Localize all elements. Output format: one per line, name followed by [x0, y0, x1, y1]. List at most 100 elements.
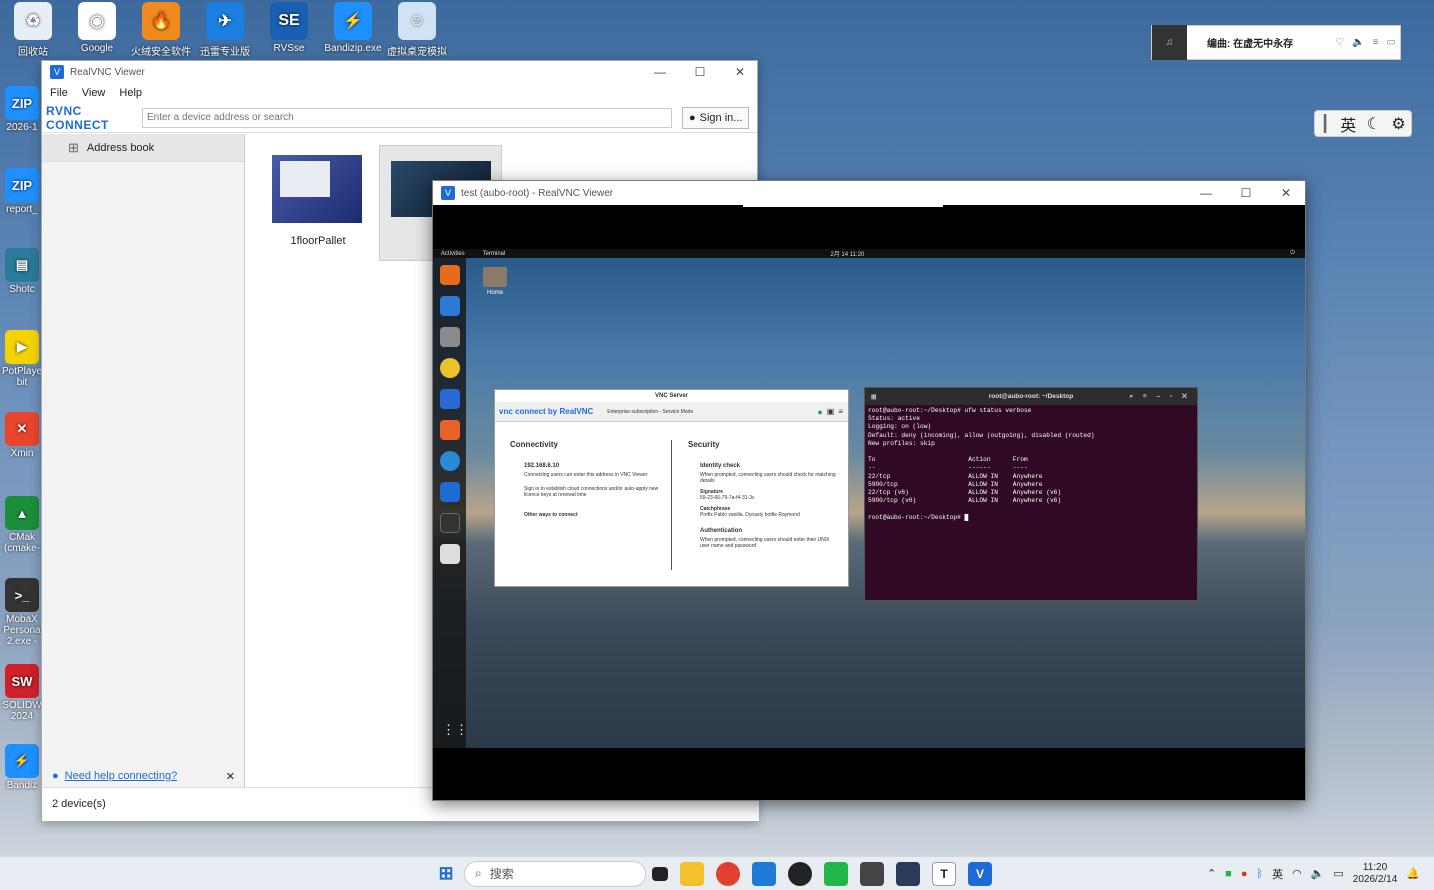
clock[interactable]: 11:20 2026/2/14	[1353, 862, 1398, 886]
app-icon[interactable]	[860, 861, 884, 886]
minimize-button[interactable]: —	[640, 61, 680, 83]
terminal-controls[interactable]: ⌕ ≡ ‒ ▫ ✕	[1129, 393, 1191, 401]
trash-icon[interactable]	[439, 544, 460, 564]
desktop-icon[interactable]: SW SOLIDW 2024	[0, 664, 44, 722]
rhythmbox-icon[interactable]	[439, 358, 460, 378]
sign-in-button[interactable]: ● Sign in...	[682, 106, 750, 129]
music-widget[interactable]: ♫ 编曲: 在虚无中永存 ♡ 🔈 ≡ ▭	[1151, 25, 1401, 60]
qq-icon[interactable]	[788, 861, 812, 886]
desktop-icon[interactable]: 🔥 火绒安全软件	[130, 2, 192, 58]
desktop-icon[interactable]: ☺ 虚拟桌宠模拟	[386, 2, 448, 58]
volume-icon[interactable]: 🔈	[1352, 37, 1364, 48]
wechat-icon[interactable]	[824, 861, 848, 886]
desktop-icon[interactable]: ▲ CMak (cmake-	[0, 496, 44, 554]
chevron-up-icon[interactable]: ⌃	[1207, 867, 1216, 880]
terminal-icon[interactable]	[439, 513, 460, 533]
device-search-input[interactable]	[142, 107, 672, 128]
activities-button[interactable]: Activities	[441, 251, 465, 257]
vnc-server-icon[interactable]	[439, 482, 460, 502]
menu-help[interactable]: Help	[119, 87, 142, 99]
remote-desktop[interactable]: Activities Terminal 2月 14 11:20 ⏻ ⋮⋮ Hom…	[433, 249, 1305, 748]
netease-music-icon[interactable]: ●	[1241, 868, 1248, 880]
feishu-icon[interactable]	[752, 861, 776, 886]
ime-handle-icon[interactable]: ┃	[1320, 114, 1330, 134]
notification-icon[interactable]: 🔔	[1406, 867, 1420, 880]
terminal-titlebar[interactable]: ⊞ root@aubo-root: ~/Desktop ⌕ ≡ ‒ ▫ ✕	[865, 388, 1197, 405]
other-ways-link[interactable]: Other ways to connect	[510, 512, 665, 518]
desktop-icon[interactable]: SE RVSse	[258, 2, 320, 54]
realvnc-icon[interactable]: V	[968, 861, 992, 886]
desktop-icon[interactable]: ▶ PotPlaye bit	[0, 330, 44, 388]
desktop-icon[interactable]: ZIP report_	[0, 168, 44, 215]
session-titlebar[interactable]: V test (aubo-root) - RealVNC Viewer	[433, 181, 1305, 205]
playlist-icon[interactable]: ≡	[1373, 37, 1379, 48]
desktop-icon[interactable]: ✕ Xmin	[0, 412, 44, 459]
speaker-icon[interactable]: 🔈	[1311, 867, 1325, 880]
vnc-logo-icon: V	[50, 65, 64, 79]
minimize-button[interactable]: —	[1186, 181, 1226, 205]
desktop-icon-label: PotPlaye bit	[1, 366, 43, 388]
menu-icon[interactable]: ≡	[838, 407, 843, 416]
taskbar-search[interactable]: ⌕ 搜索	[464, 860, 646, 887]
maximize-button[interactable]: ☐	[1226, 181, 1266, 205]
close-button[interactable]: ✕	[720, 61, 760, 83]
bluetooth-icon[interactable]: ᛒ	[1256, 868, 1263, 880]
device-tile[interactable]: 1floorPallet	[272, 155, 364, 247]
start-button[interactable]: ⊞	[434, 862, 458, 886]
close-help-icon[interactable]: ✕	[226, 770, 235, 783]
terminal-output[interactable]: root@aubo-root:~/Desktop# ufw status ver…	[865, 405, 1197, 524]
file-explorer-icon[interactable]	[680, 861, 704, 886]
desktop-icon[interactable]: ♻ 回收站	[2, 2, 64, 58]
collapse-icon[interactable]: ▭	[1387, 37, 1396, 48]
desktop-icon[interactable]: ▤ Shotc	[0, 248, 44, 295]
sign-in-label: Sign in...	[699, 111, 743, 124]
user-icon[interactable]: ▣	[827, 407, 835, 416]
cmake-icon: ▲	[5, 496, 39, 530]
desktop-icon[interactable]: ⚡ Bandiz	[0, 744, 44, 791]
maximize-button[interactable]: ☐	[680, 61, 720, 83]
address-book-item[interactable]: ⊞ Address book	[42, 134, 244, 162]
battery-icon[interactable]: ▭	[1333, 867, 1343, 880]
help-link[interactable]: Need help connecting?	[65, 770, 178, 782]
terminal-app-label[interactable]: Terminal	[483, 251, 506, 257]
close-button[interactable]: ✕	[1266, 181, 1306, 205]
moon-icon[interactable]: ☾	[1367, 114, 1381, 134]
chrome-icon[interactable]	[716, 861, 740, 886]
ime-toolbar[interactable]: ┃ 英 ☾ ⚙	[1314, 110, 1412, 137]
new-tab-icon[interactable]: ⊞	[871, 393, 876, 401]
album-cover: ♫	[1152, 25, 1187, 60]
desktop-icon[interactable]: ZIP 2026-1	[0, 86, 44, 133]
desktop-icon[interactable]: ⚡ Bandizip.exe	[322, 2, 384, 54]
menu-view[interactable]: View	[82, 87, 106, 99]
desktop-icon[interactable]: ◉ Google	[66, 2, 128, 54]
terminal-window[interactable]: ⊞ root@aubo-root: ~/Desktop ⌕ ≡ ‒ ▫ ✕ ro…	[864, 387, 1198, 601]
desktop-icon-label: Bandiz	[6, 780, 38, 791]
wechat-tray-icon[interactable]: ■	[1225, 868, 1232, 880]
help-icon[interactable]	[439, 451, 460, 471]
task-view-icon[interactable]	[652, 866, 668, 881]
menu-file[interactable]: File	[50, 87, 68, 99]
authentication-title: Authentication	[700, 528, 742, 534]
software-icon[interactable]	[439, 420, 460, 440]
files-icon[interactable]	[439, 327, 460, 347]
game-icon[interactable]	[896, 861, 920, 886]
gear-icon[interactable]: ⚙	[1391, 114, 1405, 134]
desktop-icon[interactable]: >_ MobaX Persona 2.exe -	[0, 578, 44, 647]
writer-icon[interactable]	[439, 389, 460, 409]
gnome-topbar: Activities Terminal 2月 14 11:20 ⏻	[433, 249, 1305, 258]
clock[interactable]: 2月 14 11:20	[830, 249, 864, 258]
wifi-icon[interactable]: ◠	[1292, 867, 1302, 880]
vnc-toolbar-handle[interactable]	[743, 205, 943, 207]
firefox-icon[interactable]	[439, 265, 460, 285]
ime-lang[interactable]: 英	[1340, 112, 1356, 136]
catchphrase-value: Prefix Pablo vanilla. Dynasty bottle Ray…	[700, 512, 800, 518]
tray-ime[interactable]: 英	[1272, 866, 1283, 882]
home-folder[interactable]: Home	[483, 267, 507, 296]
heart-icon[interactable]: ♡	[1335, 37, 1344, 48]
typora-icon[interactable]: T	[932, 861, 956, 886]
thunderbird-icon[interactable]	[439, 296, 460, 316]
signin-description[interactable]: Sign in to establish cloud connections a…	[510, 486, 665, 498]
system-tray-icons[interactable]: ⏻	[1290, 250, 1295, 257]
desktop-icon[interactable]: ✈ 迅雷专业版	[194, 2, 256, 58]
show-apps-icon[interactable]: ⋮⋮	[442, 722, 468, 738]
